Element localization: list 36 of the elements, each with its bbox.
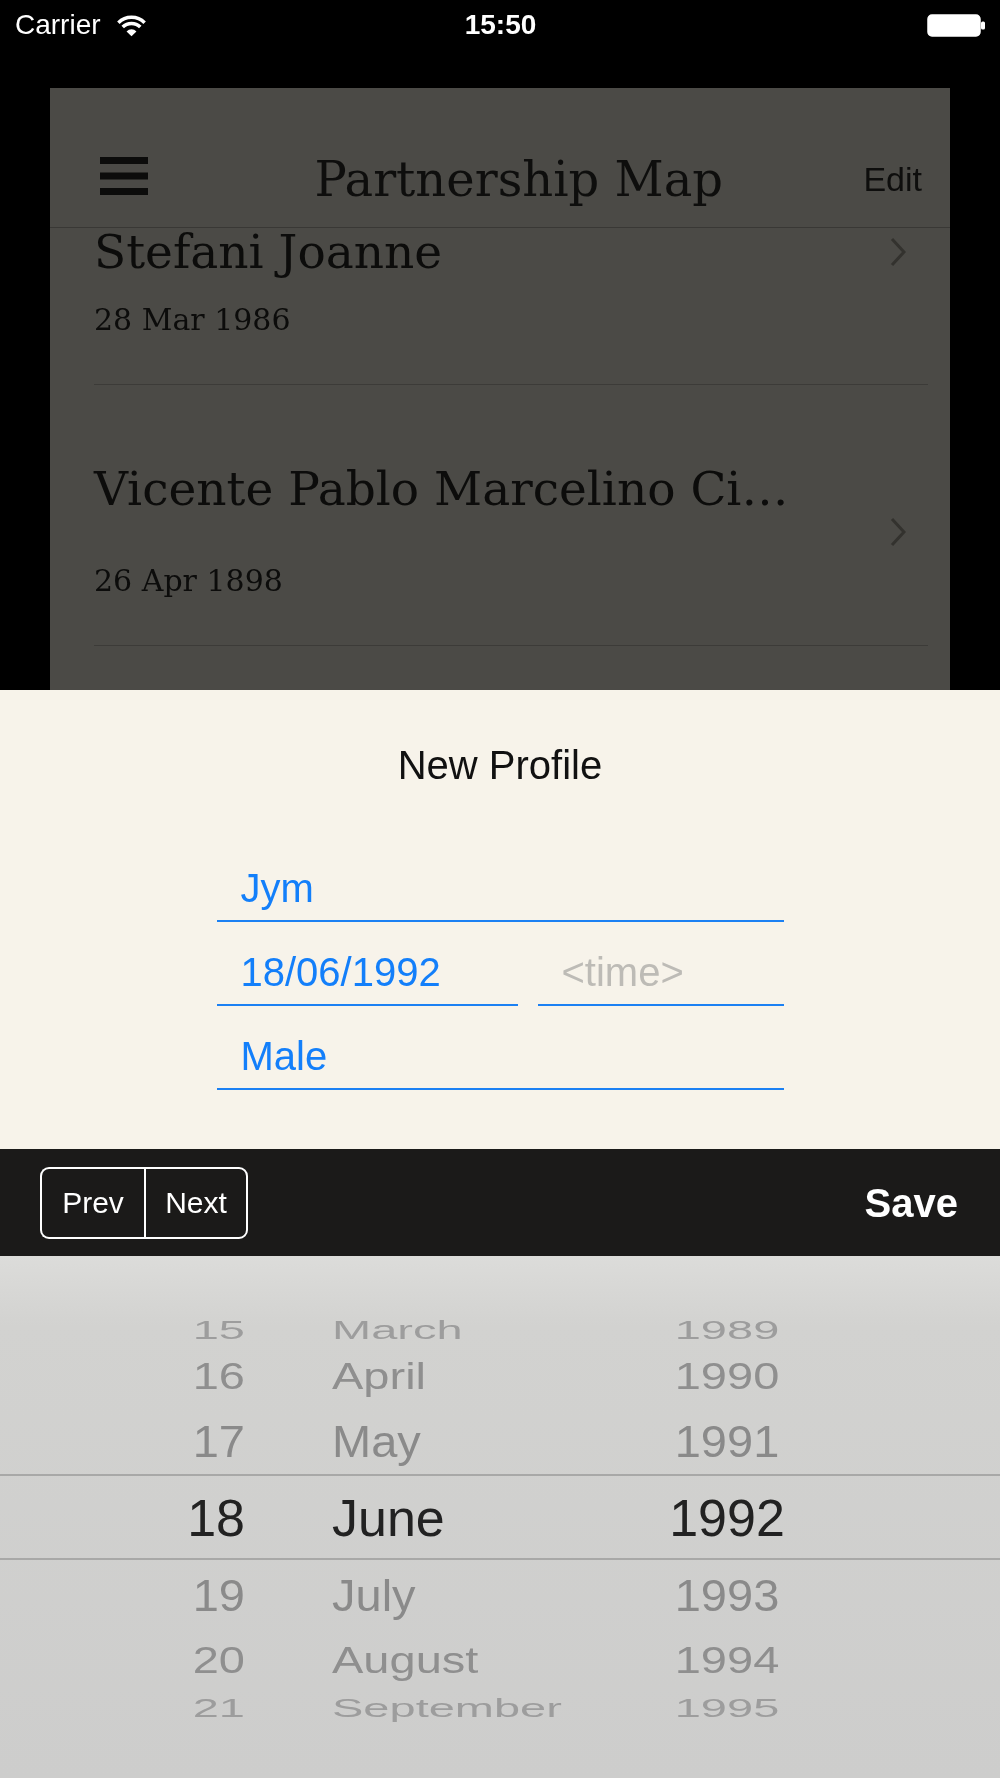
segment-button[interactable]: Prev [40, 1166, 144, 1239]
chevron-right-icon [890, 517, 906, 547]
status-time: 15:50 [464, 9, 537, 41]
person-name: Vicente Pablo Marcelino Ci… [94, 465, 789, 513]
text-field[interactable]: Jym [216, 838, 784, 922]
picker-item[interactable]: 19 [192, 1572, 245, 1618]
picker-item[interactable]: 20 [192, 1641, 245, 1679]
text-field[interactable]: 18/06/1992 [216, 922, 518, 1006]
picker-item[interactable]: June [332, 1492, 445, 1544]
nav-title: Partnership Map [313, 151, 724, 207]
wifi-icon [115, 13, 147, 37]
birth-date: 28 Mar 1986 [94, 302, 291, 338]
picker-item[interactable]: August [332, 1641, 479, 1679]
text-field[interactable]: Male [216, 1006, 784, 1090]
edit-button[interactable]: Edit [863, 151, 922, 207]
chevron-right-icon [890, 237, 906, 267]
battery-icon [927, 13, 986, 37]
text-field[interactable]: <time> [537, 922, 784, 1006]
picker-item[interactable]: 1993 [674, 1572, 780, 1618]
save-button[interactable]: Save [864, 1178, 958, 1227]
picker-item[interactable]: 16 [192, 1357, 245, 1395]
picker-item[interactable]: July [332, 1572, 416, 1618]
segment-button[interactable]: Next [144, 1166, 248, 1239]
carrier-name: Carrier [15, 9, 101, 41]
picker-item[interactable]: 1994 [674, 1641, 780, 1679]
picker-item[interactable]: 18 [187, 1492, 245, 1544]
picker-item[interactable]: 1991 [674, 1418, 780, 1464]
picker-item[interactable]: 1990 [674, 1357, 780, 1395]
menu-icon[interactable] [100, 157, 148, 195]
person-name: Stefani Joanne [94, 228, 443, 276]
picker-item[interactable]: May [332, 1418, 421, 1464]
form-title: New Profile [396, 742, 604, 789]
birth-date: 26 Apr 1898 [94, 563, 283, 599]
picker-item[interactable]: 17 [192, 1418, 245, 1464]
picker-item[interactable]: 1992 [669, 1492, 785, 1544]
picker-item[interactable]: April [332, 1357, 427, 1395]
